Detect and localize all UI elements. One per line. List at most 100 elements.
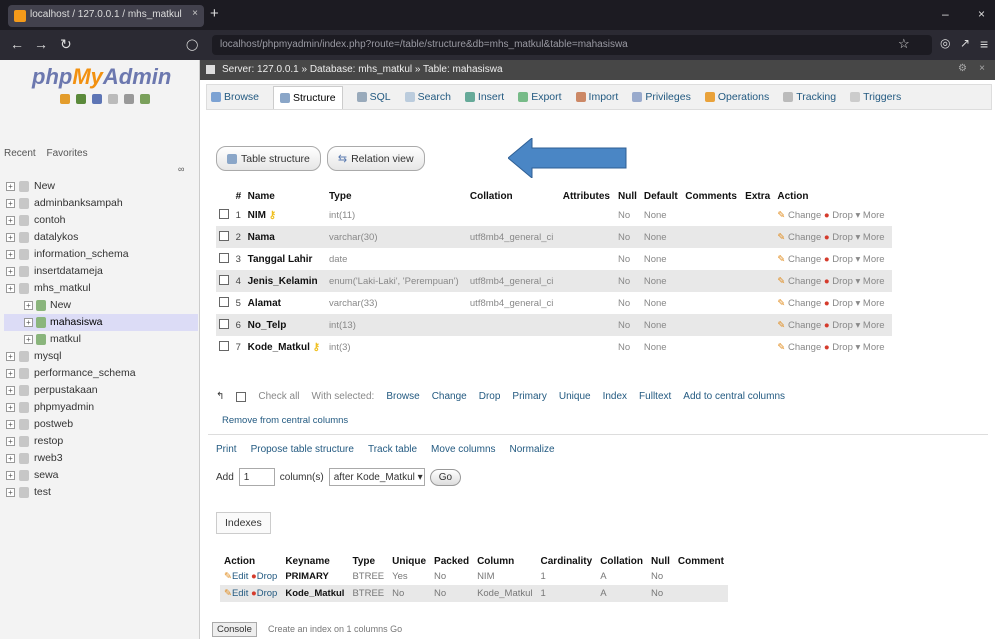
tab-export[interactable]: Export bbox=[518, 91, 562, 103]
breadcrumb-text[interactable]: Server: 127.0.0.1 » Database: mhs_matkul… bbox=[222, 64, 503, 75]
more-link[interactable]: More bbox=[863, 210, 885, 221]
close-tab-icon[interactable]: × bbox=[192, 8, 198, 19]
tree-item[interactable]: + mahasiswa bbox=[4, 314, 198, 331]
expand-icon[interactable]: + bbox=[6, 352, 15, 361]
tree-item[interactable]: + rweb3 bbox=[4, 450, 198, 467]
tree-item[interactable]: + postweb bbox=[4, 416, 198, 433]
tree-item[interactable]: + perpustakaan bbox=[4, 382, 198, 399]
propose-structure-link[interactable]: Propose table structure bbox=[251, 444, 354, 455]
browser-tab[interactable]: localhost / 127.0.0.1 / mhs_matkul × bbox=[8, 5, 204, 27]
expand-icon[interactable]: + bbox=[6, 250, 15, 259]
col-header[interactable]: Default bbox=[641, 188, 682, 204]
normalize-link[interactable]: Normalize bbox=[510, 444, 555, 455]
tab-browse[interactable]: Browse bbox=[211, 91, 259, 103]
expand-icon[interactable]: + bbox=[6, 369, 15, 378]
tree-item[interactable]: + insertdatameja bbox=[4, 263, 198, 280]
go-button[interactable]: Go bbox=[429, 468, 462, 486]
tree-item[interactable]: + adminbanksampah bbox=[4, 195, 198, 212]
expand-icon[interactable]: + bbox=[6, 284, 15, 293]
tree-item[interactable]: + test bbox=[4, 484, 198, 501]
print-link[interactable]: Print bbox=[216, 444, 237, 455]
after-column-select[interactable]: after Kode_Matkul ▾ bbox=[328, 468, 425, 486]
tree-item[interactable]: + mysql bbox=[4, 348, 198, 365]
relation-view-button[interactable]: ⇆ Relation view bbox=[326, 146, 425, 171]
close-window-icon[interactable]: × bbox=[978, 7, 985, 21]
tab-tracking[interactable]: Tracking bbox=[783, 91, 836, 103]
bulk-index-button[interactable]: Index bbox=[603, 391, 627, 402]
table-structure-button[interactable]: Table structure bbox=[216, 146, 321, 171]
remove-central-columns-button[interactable]: Remove from central columns bbox=[222, 415, 348, 426]
expand-icon[interactable]: + bbox=[6, 182, 15, 191]
bulk-browse-button[interactable]: Browse bbox=[386, 391, 419, 402]
more-link[interactable]: More bbox=[863, 232, 885, 243]
add-count-input[interactable]: 1 bbox=[238, 468, 275, 486]
bulk-fulltext-button[interactable]: Fulltext bbox=[639, 391, 671, 402]
expand-icon[interactable]: + bbox=[6, 488, 15, 497]
drop-link[interactable]: Drop bbox=[257, 588, 278, 599]
row-checkbox[interactable] bbox=[219, 208, 229, 219]
col-header[interactable]: Type bbox=[326, 188, 467, 204]
tree-item[interactable]: + restop bbox=[4, 433, 198, 450]
reload-nav-icon[interactable] bbox=[140, 94, 150, 104]
expand-icon[interactable]: + bbox=[6, 216, 15, 225]
tree-item[interactable]: + phpmyadmin bbox=[4, 399, 198, 416]
expand-icon[interactable]: + bbox=[24, 301, 33, 310]
shield-icon[interactable]: ◯ bbox=[186, 38, 198, 51]
expand-icon[interactable]: + bbox=[6, 233, 15, 242]
menu-icon[interactable]: ≡ bbox=[980, 36, 988, 52]
back-icon[interactable]: ← bbox=[10, 36, 24, 52]
drop-link[interactable]: Drop bbox=[832, 254, 853, 265]
edit-link[interactable]: Edit bbox=[232, 571, 248, 582]
more-link[interactable]: More bbox=[863, 320, 885, 331]
bulk-primary-button[interactable]: Primary bbox=[512, 391, 546, 402]
col-header[interactable]: Extra bbox=[742, 188, 774, 204]
tree-item[interactable]: + mhs_matkul bbox=[4, 280, 198, 297]
home-icon[interactable] bbox=[60, 94, 70, 104]
row-checkbox[interactable] bbox=[219, 318, 229, 329]
col-header[interactable]: Comments bbox=[682, 188, 742, 204]
phpmyadmin-logo[interactable]: phpMyAdmin bbox=[32, 64, 171, 90]
change-link[interactable]: Change bbox=[788, 232, 821, 243]
url-bar[interactable]: localhost/phpmyadmin/index.php?route=/ta… bbox=[212, 35, 932, 55]
logout-icon[interactable] bbox=[76, 94, 86, 104]
tree-item[interactable]: + information_schema bbox=[4, 246, 198, 263]
expand-icon[interactable]: + bbox=[6, 386, 15, 395]
more-link[interactable]: More bbox=[863, 276, 885, 287]
tab-insert[interactable]: Insert bbox=[464, 91, 504, 103]
drop-link[interactable]: Drop bbox=[832, 232, 853, 243]
pocket-icon[interactable]: ◎ bbox=[940, 36, 950, 50]
tree-item[interactable]: + New bbox=[4, 297, 198, 314]
bulk-drop-button[interactable]: Drop bbox=[479, 391, 501, 402]
forward-icon[interactable]: → bbox=[34, 36, 48, 52]
bookmark-star-icon[interactable]: ☆ bbox=[898, 36, 910, 52]
extension-icon[interactable]: ↗ bbox=[960, 36, 970, 50]
col-header[interactable]: Collation bbox=[467, 188, 560, 204]
change-link[interactable]: Change bbox=[788, 320, 821, 331]
more-link[interactable]: More bbox=[863, 254, 885, 265]
bulk-change-button[interactable]: Change bbox=[432, 391, 467, 402]
expand-icon[interactable]: + bbox=[6, 420, 15, 429]
change-link[interactable]: Change bbox=[788, 210, 821, 221]
more-link[interactable]: More bbox=[863, 298, 885, 309]
col-header[interactable]: Attributes bbox=[560, 188, 615, 204]
move-columns-link[interactable]: Move columns bbox=[431, 444, 495, 455]
drop-link[interactable]: Drop bbox=[832, 276, 853, 287]
tab-privileges[interactable]: Privileges bbox=[632, 91, 691, 103]
tab-sql[interactable]: SQL bbox=[356, 91, 391, 103]
drop-link[interactable]: Drop bbox=[257, 571, 278, 582]
close-icon[interactable]: × bbox=[979, 63, 985, 74]
row-checkbox[interactable] bbox=[219, 230, 229, 241]
console-button[interactable]: Console bbox=[212, 622, 257, 637]
expand-icon[interactable]: + bbox=[6, 267, 15, 276]
expand-icon[interactable]: + bbox=[6, 403, 15, 412]
help-icon[interactable] bbox=[92, 94, 102, 104]
expand-icon[interactable]: + bbox=[6, 471, 15, 480]
minimize-icon[interactable]: ‒ bbox=[942, 7, 949, 21]
check-all-checkbox[interactable] bbox=[236, 391, 247, 402]
bulk-unique-button[interactable]: Unique bbox=[559, 391, 591, 402]
expand-icon[interactable]: + bbox=[24, 318, 33, 327]
reload-icon[interactable]: ↻ bbox=[60, 36, 72, 53]
expand-icon[interactable]: + bbox=[6, 199, 15, 208]
row-checkbox[interactable] bbox=[219, 252, 229, 263]
indexes-toggle[interactable]: Indexes bbox=[216, 512, 271, 534]
